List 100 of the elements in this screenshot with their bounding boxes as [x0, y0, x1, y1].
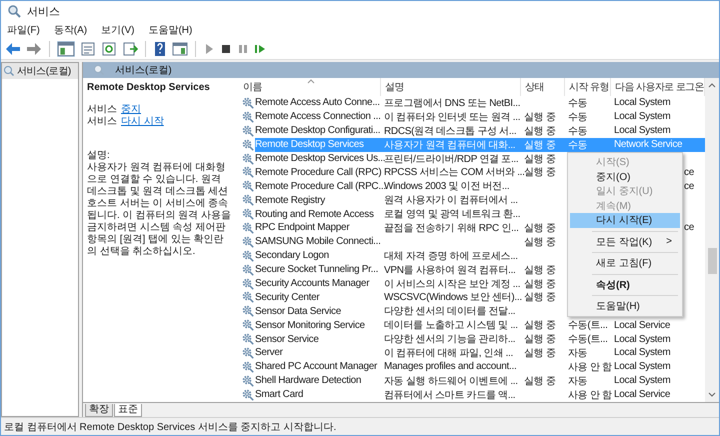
service-name[interactable]: Security Accounts Manager	[255, 278, 370, 290]
table-cell-text: 사용 안 함	[568, 360, 612, 374]
service-name[interactable]: Sensor Monitoring Service	[255, 320, 365, 331]
menu-item[interactable]: 중지(O)	[570, 170, 680, 184]
service-name[interactable]: Routing and Remote Access	[255, 208, 374, 220]
service-name[interactable]: Remote Registry	[255, 194, 325, 206]
stop-icon[interactable]	[220, 42, 232, 56]
service-name[interactable]: Remote Desktop Services Us...	[255, 153, 386, 164]
service-name[interactable]: Sensor Data Service	[255, 306, 342, 317]
gear-icon	[242, 278, 254, 290]
table-cell-text: 실행 중	[524, 374, 556, 388]
service-name[interactable]: Sensor Service	[255, 334, 319, 345]
service-name[interactable]: Remote Procedure Call (RPC...	[255, 180, 386, 192]
menu-item[interactable]: 도움말(H)	[570, 299, 680, 314]
gear-icon	[242, 250, 254, 262]
service-title: Remote Desktop Services	[87, 82, 211, 94]
table-cell-text: 실행 중	[524, 138, 556, 152]
forward-icon[interactable]	[26, 42, 42, 56]
action-label: 서비스	[87, 104, 117, 116]
gear-icon	[242, 138, 254, 151]
scrollbar[interactable]	[705, 78, 719, 402]
gear-icon	[242, 110, 254, 123]
table-cell-text: 실행 중	[524, 236, 556, 249]
tree-item[interactable]: 서비스(로컬)	[2, 63, 78, 79]
menu-item[interactable]: 속성(R)	[570, 278, 680, 292]
table-cell-text: 자동	[568, 346, 588, 360]
column-header[interactable]: 시작 유형	[565, 78, 611, 96]
table-cell-text: 실행 중	[524, 166, 556, 180]
back-icon[interactable]	[5, 42, 21, 56]
table-cell-text: 수동	[568, 138, 588, 152]
help-icon[interactable]	[153, 41, 167, 57]
action-link[interactable]: 중지	[121, 104, 141, 116]
table-cell-text: 실행 중	[524, 264, 556, 277]
restart-icon[interactable]	[254, 42, 266, 56]
export-icon[interactable]	[122, 42, 138, 56]
scroll-up-icon[interactable]	[708, 82, 716, 88]
table-cell: Local System	[614, 361, 670, 372]
console-icon[interactable]	[172, 42, 188, 56]
service-name[interactable]: Security Center	[255, 292, 320, 303]
table-cell-text: 수동	[568, 96, 588, 110]
service-name[interactable]: Remote Procedure Call (RPC)	[255, 166, 382, 178]
column-header[interactable]: 상태	[521, 78, 565, 96]
menu-item[interactable]: 모든 작업(K) >	[570, 234, 680, 249]
action-label: 서비스	[87, 116, 117, 128]
table-cell-text: 이 컴퓨터에 대해 파일, 인쇄 ...	[384, 346, 514, 360]
table-cell-text: 실행 중	[524, 291, 556, 304]
table-cell-text: 수동	[568, 110, 588, 124]
table-cell: Network Service	[614, 139, 682, 150]
table-cell-text: 수동(트...	[568, 333, 608, 346]
refresh-icon[interactable]	[101, 42, 117, 56]
service-name[interactable]: Server	[255, 347, 283, 358]
scroll-down-icon[interactable]	[708, 392, 716, 398]
service-name[interactable]: Secondary Logon	[255, 250, 329, 262]
menu-item[interactable]: 보기(V)	[101, 23, 134, 37]
console-tree-icon[interactable]	[57, 41, 75, 57]
table-cell-text: WSCSVC(Windows 보안 센터)...	[384, 291, 522, 304]
service-name[interactable]: Shared PC Account Manager	[255, 361, 378, 372]
gear-icon	[242, 124, 254, 137]
description-label: 설명:	[87, 150, 111, 162]
view-tab[interactable]: 확장	[85, 404, 113, 417]
table-cell: Manages profiles and account...	[384, 361, 516, 372]
view-tab[interactable]: 표준	[114, 404, 142, 417]
gear-icon	[242, 374, 254, 387]
action-link[interactable]: 다시 시작	[121, 116, 164, 128]
service-name[interactable]: Secure Socket Tunneling Pr...	[255, 264, 378, 276]
gear-icon	[242, 291, 254, 304]
scroll-thumb[interactable]	[708, 248, 716, 274]
service-name[interactable]: Shell Hardware Detection	[255, 375, 362, 386]
table-cell: Local System	[614, 97, 670, 108]
table-cell: ce	[684, 166, 694, 178]
service-name[interactable]: RPC Endpoint Mapper	[255, 222, 350, 234]
gear-icon	[242, 319, 254, 332]
menu-item[interactable]: 다시 시작(E)	[570, 213, 680, 228]
table-cell: Local Service	[614, 389, 670, 400]
table-cell-text: 사용자가 원격 컴퓨터에 대화...	[384, 138, 516, 152]
service-name[interactable]: SAMSUNG Mobile Connecti...	[255, 236, 381, 248]
column-header[interactable]: 설명	[381, 78, 521, 96]
menu-item[interactable]: 도움말(H)	[148, 23, 192, 37]
table-cell-text: 데이터를 노출하고 시스템 및 ...	[384, 319, 518, 332]
menu-item[interactable]: 파일(F)	[7, 23, 40, 37]
pause-icon[interactable]	[237, 42, 249, 56]
gear-icon	[242, 360, 254, 373]
service-name[interactable]: Remote Access Auto Conne...	[255, 97, 380, 108]
gear-icon	[242, 180, 254, 192]
service-name[interactable]: Smart Card	[255, 389, 304, 400]
table-cell-text: 프린터/드라이버/RDP 연결 포...	[384, 152, 518, 166]
properties-icon[interactable]	[80, 42, 96, 56]
menu-item[interactable]: 동작(A)	[54, 23, 88, 37]
column-header[interactable]: 이름	[239, 78, 381, 96]
table-cell: Local System	[614, 375, 670, 386]
service-name[interactable]: Remote Desktop Configurati...	[255, 125, 380, 136]
service-name[interactable]: Remote Access Connection ...	[255, 111, 381, 122]
table-cell: ce	[684, 222, 694, 234]
table-cell: ce	[684, 180, 694, 192]
table-cell-text: 자동 실행 하드웨어 이벤트에 ...	[384, 374, 518, 388]
play-icon[interactable]	[203, 42, 215, 56]
table-cell-text: RPCSS 서비스는 COM 서버와 ...	[384, 166, 525, 180]
gear-icon	[242, 346, 254, 359]
gear-icon	[242, 96, 254, 109]
menu-item[interactable]: 새로 고침(F)	[570, 256, 680, 270]
